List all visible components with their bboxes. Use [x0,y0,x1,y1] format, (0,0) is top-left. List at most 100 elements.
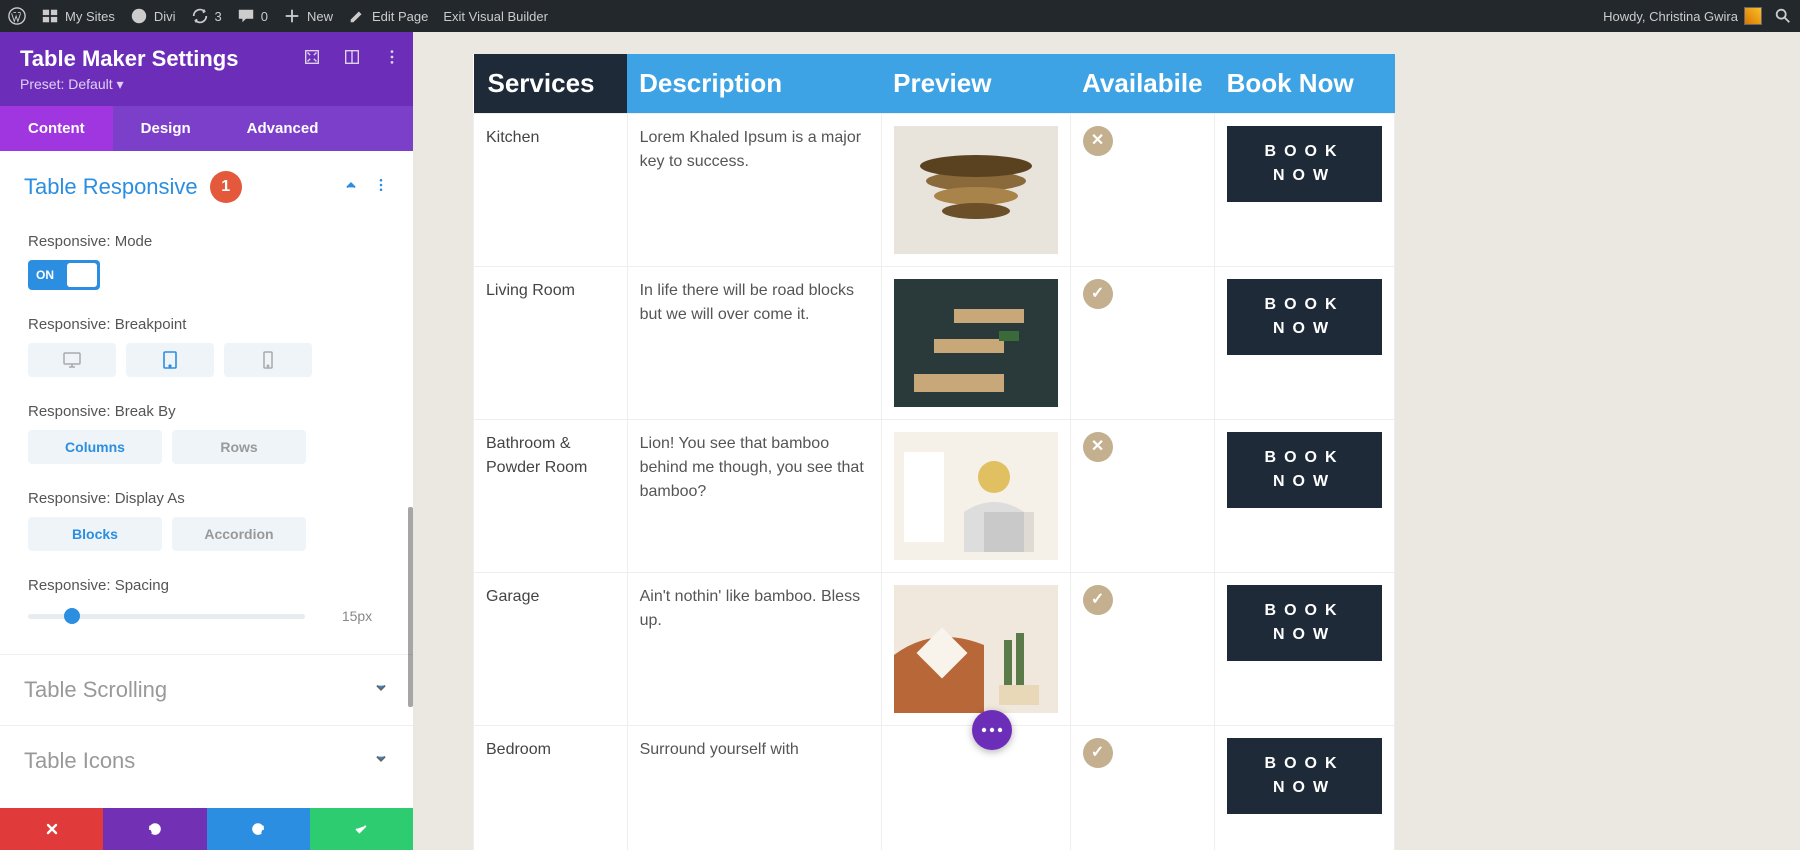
comment-icon [237,7,255,25]
exit-vb-link[interactable]: Exit Visual Builder [443,9,548,24]
settings-sidebar: Table Maker Settings Preset: Default ▾ C… [0,32,413,850]
panel-title: Table Scrolling [24,677,167,703]
scrollbar-thumb[interactable] [408,507,413,707]
mode-toggle[interactable]: ON [28,260,100,290]
wp-admin-bar: My Sites Divi 3 0 New Edit Page Exit Vis… [0,0,1800,32]
divi-link[interactable]: Divi [130,7,176,25]
preview-thumbnail [894,432,1058,560]
breakpoint-tablet[interactable] [126,343,214,377]
wp-logo[interactable] [8,7,26,25]
save-button[interactable] [310,808,413,850]
th-booknow: Book Now [1215,54,1395,114]
cell-booknow: BOOK NOW [1215,267,1395,420]
breakpoint-desktop[interactable] [28,343,116,377]
update-icon [191,7,209,25]
my-sites-label: My Sites [65,9,115,24]
sidebar-footer [0,808,413,850]
cell-preview [881,420,1070,573]
check-icon: ✓ [1083,738,1113,768]
comments-link[interactable]: 0 [237,7,268,25]
avatar [1744,7,1762,25]
cell-booknow: BOOK NOW [1215,573,1395,726]
book-now-button[interactable]: BOOK NOW [1227,279,1382,355]
check-icon: ✓ [1083,279,1113,309]
panel-table-icons[interactable]: Table Icons [0,725,413,796]
spacing-slider[interactable] [28,614,305,619]
table-header-row: Services Description Preview Availabile … [474,54,1395,114]
cell-service: Bathroom & Powder Room [474,420,628,573]
expand-icon[interactable] [303,48,321,66]
panel-table-responsive[interactable]: Table Responsive 1 [0,151,413,215]
display-blocks[interactable]: Blocks [28,517,162,551]
cell-description: Surround yourself with [627,726,881,850]
new-label: New [307,9,333,24]
panel-title: Table Icons [24,748,135,774]
cell-service: Living Room [474,267,628,420]
sidebar-tabs: Content Design Advanced [0,106,413,151]
cell-booknow: BOOK NOW [1215,726,1395,850]
tab-advanced[interactable]: Advanced [219,106,347,151]
breakpoint-phone[interactable] [224,343,312,377]
plus-icon [283,7,301,25]
cell-description: Ain't nothin' like bamboo. Bless up. [627,573,881,726]
book-now-button[interactable]: BOOK NOW [1227,585,1382,661]
columns-icon[interactable] [343,48,361,66]
sidebar-header: Table Maker Settings Preset: Default ▾ [0,32,413,106]
badge-count: 1 [210,171,242,203]
tab-design[interactable]: Design [113,106,219,151]
more-icon[interactable] [383,48,401,66]
spacing-value[interactable]: 15px [329,604,385,628]
chevron-down-icon [373,680,389,701]
content-area: Services Description Preview Availabile … [413,32,1800,850]
new-link[interactable]: New [283,7,333,25]
book-now-button[interactable]: BOOK NOW [1227,432,1382,508]
exit-vb-label: Exit Visual Builder [443,9,548,24]
table-row: Bathroom & Powder RoomLion! You see that… [474,420,1395,573]
table-row: BedroomSurround yourself with ✓ BOOK NOW [474,726,1395,850]
slider-thumb[interactable] [64,608,80,624]
redo-button[interactable] [207,808,310,850]
tab-content[interactable]: Content [0,106,113,151]
sites-icon [41,7,59,25]
display-accordion[interactable]: Accordion [172,517,306,551]
search-icon [1774,7,1792,25]
cell-description: Lorem Khaled Ipsum is a major key to suc… [627,114,881,267]
breakby-columns[interactable]: Columns [28,430,162,464]
book-now-button[interactable]: BOOK NOW [1227,126,1382,202]
search-toggle[interactable] [1774,7,1792,25]
cancel-button[interactable] [0,808,103,850]
cell-available: ✕ [1070,114,1214,267]
book-now-button[interactable]: BOOK NOW [1227,738,1382,814]
preview-thumbnail [894,738,1058,850]
cell-service: Bedroom [474,726,628,850]
my-sites-link[interactable]: My Sites [41,7,115,25]
preview-thumbnail [894,585,1058,713]
panel-table-scrolling[interactable]: Table Scrolling [0,654,413,725]
cell-description: Lion! You see that bamboo behind me thou… [627,420,881,573]
preview-thumbnail [894,126,1058,254]
close-icon: ✕ [1083,126,1113,156]
cell-available: ✓ [1070,726,1214,850]
cell-available: ✕ [1070,420,1214,573]
preset-selector[interactable]: Preset: Default ▾ [20,76,393,93]
services-table: Services Description Preview Availabile … [473,54,1395,850]
cell-service: Kitchen [474,114,628,267]
chevron-up-icon[interactable] [343,177,359,198]
module-options-fab[interactable] [972,710,1012,750]
panel-more-icon[interactable] [373,177,389,198]
howdy-link[interactable]: Howdy, Christina Gwira [1603,7,1762,25]
table-row: GarageAin't nothin' like bamboo. Bless u… [474,573,1395,726]
edit-page-label: Edit Page [372,9,428,24]
comment-count: 0 [261,9,268,24]
table-row: Living RoomIn life there will be road bl… [474,267,1395,420]
panel-title: Table Responsive [24,174,198,200]
th-available: Availabile [1070,54,1214,114]
breakby-rows[interactable]: Rows [172,430,306,464]
edit-page-link[interactable]: Edit Page [348,7,428,25]
cell-preview [881,267,1070,420]
display-label: Responsive: Display As [28,490,385,507]
undo-button[interactable] [103,808,206,850]
updates-link[interactable]: 3 [191,7,222,25]
cell-description: In life there will be road blocks but we… [627,267,881,420]
breakpoint-label: Responsive: Breakpoint [28,316,385,333]
